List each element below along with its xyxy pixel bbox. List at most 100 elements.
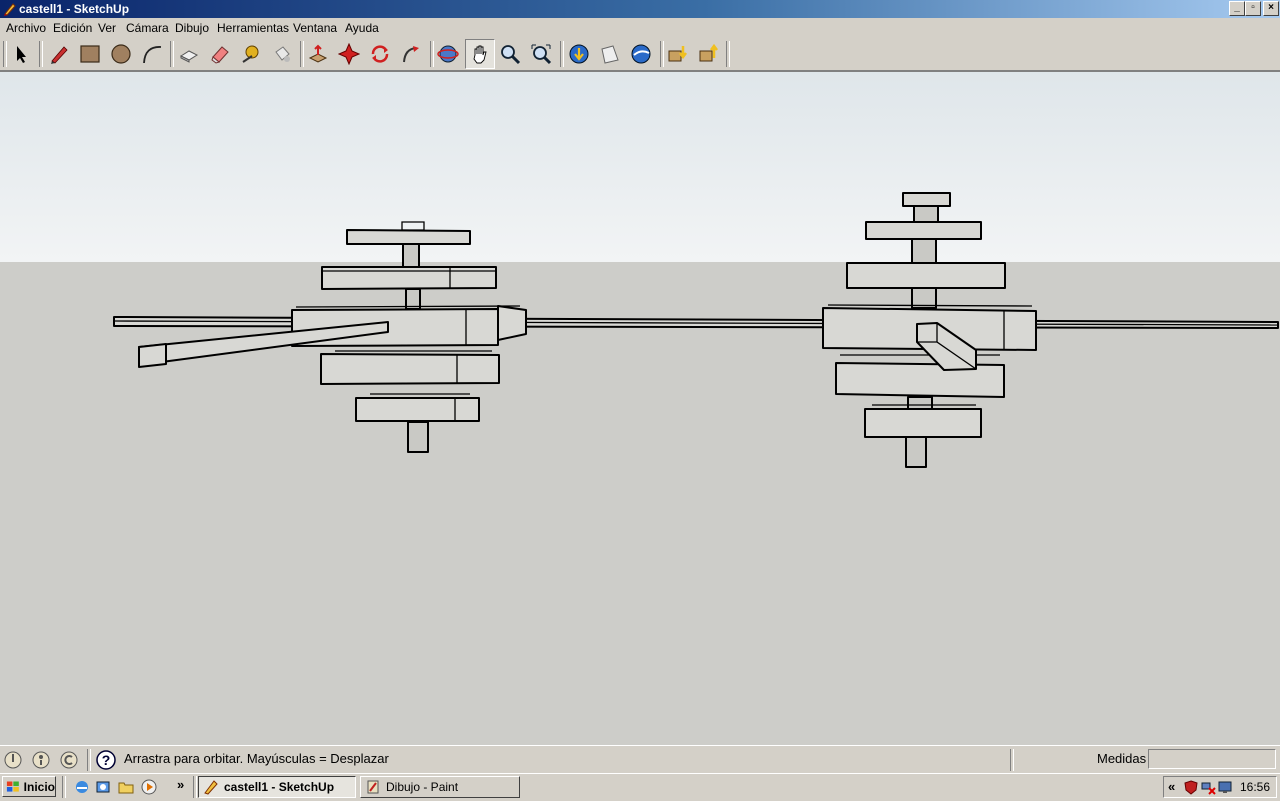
maximize-button[interactable]: ▫ (1245, 1, 1261, 16)
right-tower[interactable] (822, 192, 1037, 468)
follow-me-icon (403, 46, 419, 63)
menu-archivo[interactable]: Archivo (6, 21, 46, 35)
share-model-button[interactable] (596, 40, 624, 68)
toolbar-separator (170, 41, 174, 67)
google-earth-button[interactable] (627, 40, 655, 68)
clock: 16:56 (1239, 780, 1270, 794)
orbit-icon (437, 45, 459, 63)
zoom-extents-button[interactable] (527, 40, 555, 68)
window-title: castell1 - SketchUp (19, 2, 130, 16)
menu-bar: Archivo Edición Ver Cámara Dibujo Herram… (0, 18, 1280, 38)
select-tool-button[interactable] (7, 40, 35, 68)
security-shield-icon[interactable] (1184, 780, 1199, 795)
menu-edicion[interactable]: Edición (53, 21, 92, 35)
rectangle-icon (80, 45, 100, 63)
start-label: Inicio (23, 779, 55, 794)
tape-measure-button[interactable] (237, 40, 265, 68)
status-bar: ? Arrastra para orbitar. Mayúsculas = De… (0, 745, 1280, 774)
tray-expand-button[interactable]: « (1168, 779, 1175, 794)
menu-dibujo[interactable]: Dibujo (175, 21, 209, 35)
task-paint[interactable]: Dibujo - Paint (360, 776, 520, 798)
download-button[interactable] (664, 40, 692, 68)
horizontal-beam[interactable] (113, 316, 1279, 329)
upload-button[interactable] (695, 40, 723, 68)
system-tray: « 16:56 (1163, 776, 1277, 798)
pan-tool-button[interactable] (465, 39, 495, 69)
make-component-button[interactable] (175, 40, 203, 68)
zoom-tool-button[interactable] (496, 40, 524, 68)
minimize-button[interactable]: _ (1229, 1, 1245, 16)
upload-icon (699, 43, 718, 62)
network-icon[interactable] (1201, 780, 1216, 795)
arc-tool-button[interactable] (138, 40, 166, 68)
google-earth-icon (631, 44, 651, 64)
svg-text:?: ? (102, 752, 111, 768)
share-model-icon (601, 45, 619, 64)
model-canvas[interactable]: .f { fill:#d8d8d4; stroke:#000; stroke-w… (0, 72, 1280, 746)
rotate-icon (371, 45, 389, 63)
eraser-tool-button[interactable] (206, 40, 234, 68)
credits-icon[interactable] (31, 750, 51, 770)
start-button[interactable]: Inicio (2, 776, 56, 797)
follow-me-button[interactable] (397, 40, 425, 68)
sketchup-app-icon[interactable] (3, 2, 17, 16)
taskbar-separator (62, 776, 66, 798)
push-pull-icon (308, 44, 328, 63)
push-pull-button[interactable] (304, 40, 332, 68)
status-separator (1010, 749, 1014, 771)
internet-explorer-icon[interactable] (74, 779, 90, 795)
measurements-input[interactable] (1148, 749, 1276, 769)
toolbar-separator (39, 41, 43, 67)
rotate-tool-button[interactable] (366, 40, 394, 68)
paint-bucket-icon (275, 46, 290, 62)
menu-ver[interactable]: Ver (98, 21, 116, 35)
rectangle-tool-button[interactable] (76, 40, 104, 68)
outlook-express-icon[interactable] (95, 779, 111, 795)
circle-tool-button[interactable] (107, 40, 135, 68)
taskbar: Inicio » castell1 - SketchUp Dibujo - Pa… (0, 773, 1280, 801)
get-models-icon (569, 44, 589, 64)
help-icon[interactable]: ? (96, 750, 116, 770)
make-component-icon (179, 50, 199, 63)
circle-icon (111, 44, 131, 64)
download-icon (668, 46, 687, 62)
status-separator (87, 749, 91, 771)
pan-icon (473, 45, 487, 64)
pencil-line-icon (51, 46, 68, 64)
task-label: Dibujo - Paint (386, 780, 459, 794)
zoom-icon (501, 45, 521, 65)
taskbar-separator (193, 776, 197, 798)
tape-measure-icon (242, 45, 259, 63)
menu-ayuda[interactable]: Ayuda (345, 21, 379, 35)
close-button[interactable]: × (1263, 1, 1279, 16)
quick-launch-more[interactable]: » (177, 777, 184, 792)
move-tool-button[interactable] (335, 40, 363, 68)
line-tool-button[interactable] (45, 40, 73, 68)
menu-ventana[interactable]: Ventana (293, 21, 337, 35)
task-sketchup[interactable]: castell1 - SketchUp (198, 776, 356, 798)
zoom-extents-icon (531, 44, 552, 65)
monitor-icon[interactable] (1218, 780, 1233, 795)
eraser-icon (211, 46, 229, 64)
geo-location-icon[interactable] (3, 750, 23, 770)
folder-icon[interactable] (118, 779, 134, 795)
left-tower[interactable] (138, 221, 527, 453)
measurements-label: Medidas (1097, 751, 1147, 766)
get-models-button[interactable] (565, 40, 593, 68)
move-icon (338, 43, 360, 65)
arc-icon (143, 46, 162, 64)
account-icon[interactable] (59, 750, 79, 770)
windows-logo-icon (6, 781, 19, 792)
media-player-icon[interactable] (141, 779, 157, 795)
menu-herramientas[interactable]: Herramientas (217, 21, 289, 35)
title-bar: castell1 - SketchUp _ ▫ × (0, 0, 1280, 18)
paint-bucket-button[interactable] (268, 40, 296, 68)
toolbar-separator (560, 41, 564, 67)
menu-camara[interactable]: Cámara (126, 21, 169, 35)
status-hint: Arrastra para orbitar. Mayúsculas = Desp… (124, 751, 389, 766)
orbit-tool-button[interactable] (434, 40, 462, 68)
toolbar (0, 38, 1280, 71)
select-icon (17, 46, 26, 63)
sketchup-app-icon (204, 780, 218, 795)
drawing-viewport[interactable]: .f { fill:#d8d8d4; stroke:#000; stroke-w… (0, 71, 1280, 746)
